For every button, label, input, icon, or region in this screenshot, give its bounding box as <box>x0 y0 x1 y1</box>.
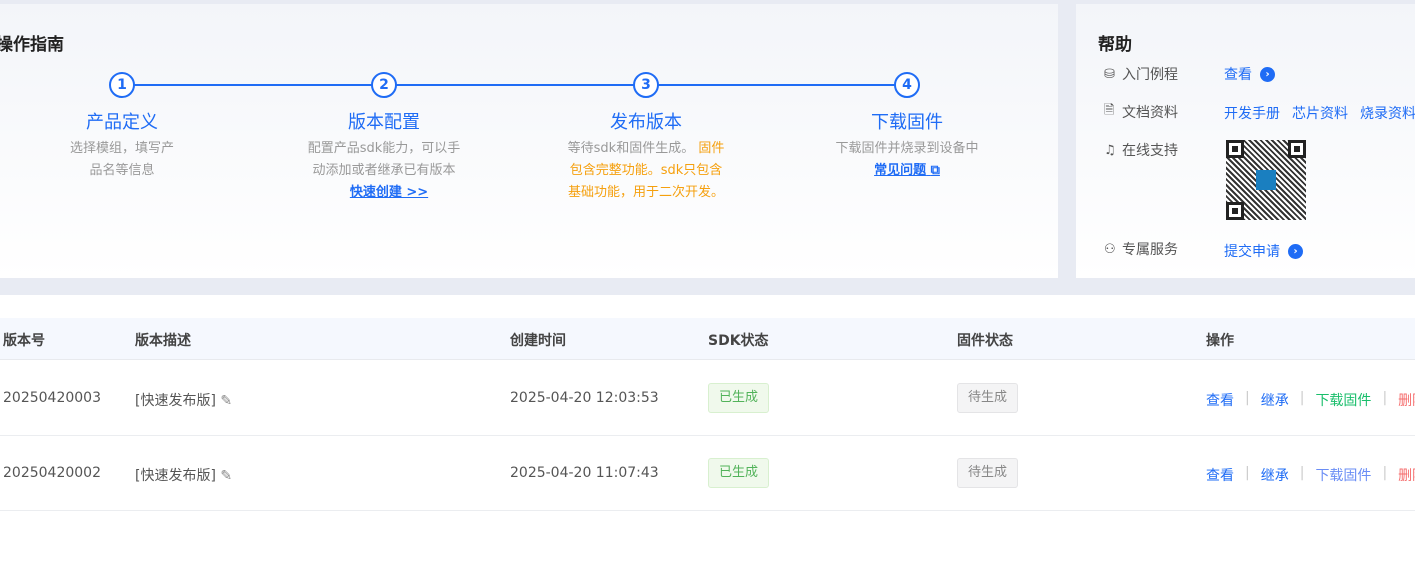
view-tutorial-link[interactable]: 查看 <box>1224 64 1252 84</box>
chip-docs-link[interactable]: 芯片资料 <box>1292 103 1348 123</box>
table-row: 20250420003 [快速发布版] ✎ 2025-04-20 12:03:5… <box>0 361 1415 436</box>
download-firmware-button[interactable]: 下载固件 <box>1315 465 1371 485</box>
header-actions: 操作 <box>1206 333 1234 349</box>
step-title: 版本配置 <box>348 112 420 133</box>
inherit-button[interactable]: 继承 <box>1261 465 1289 485</box>
medal-icon: ⚇ <box>1104 241 1116 257</box>
sdk-status-badge: 已生成 <box>708 383 770 413</box>
help-label: 文档资料 <box>1122 105 1178 121</box>
header-firmware: 固件状态 <box>957 333 1013 349</box>
time-cell: 2025-04-20 11:07:43 <box>510 465 659 481</box>
edit-icon[interactable]: ✎ <box>220 468 232 484</box>
step-desc: 下载固件并烧录到设备中 <box>835 141 979 156</box>
tutorial-icon: ⛁ <box>1104 66 1115 82</box>
time-cell: 2025-04-20 12:03:53 <box>510 390 659 406</box>
step-desc: 等待sdk和固件生成。 <box>567 141 695 156</box>
version-cell: 20250420002 <box>3 465 101 481</box>
support-qr-code <box>1226 140 1306 220</box>
desc-cell: [快速发布版] <box>135 468 216 484</box>
view-button[interactable]: 查看 <box>1206 465 1234 485</box>
faq-link[interactable]: 常见问题 ⧉ <box>874 163 940 178</box>
version-cell: 20250420003 <box>3 390 101 406</box>
header-time: 创建时间 <box>510 333 566 349</box>
step-number: 2 <box>371 72 397 98</box>
firmware-status-badge: 待生成 <box>957 458 1019 488</box>
step-title: 下载固件 <box>871 112 943 133</box>
step-4: 4 下载固件 下载固件并烧录到设备中 常见问题 ⧉ <box>807 72 1007 182</box>
quick-create-link[interactable]: 快速创建 >> <box>350 185 428 200</box>
firmware-status-badge: 待生成 <box>957 383 1019 413</box>
submit-request-link[interactable]: 提交申请 <box>1224 241 1280 261</box>
external-link-icon: ⧉ <box>930 163 940 178</box>
headset-icon: ♫ <box>1104 142 1116 158</box>
table-row: 20250420002 [快速发布版] ✎ 2025-04-20 11:07:4… <box>0 436 1415 511</box>
header-sdk: SDK状态 <box>708 333 769 349</box>
operation-guide-card: 操作指南 1 产品定义 选择模组，填写产品名等信息 2 版本配置 配置产品sdk… <box>0 4 1058 278</box>
document-icon: 🗎 <box>1104 103 1115 118</box>
flash-docs-link[interactable]: 烧录资料 <box>1360 103 1415 123</box>
view-button[interactable]: 查看 <box>1206 390 1234 410</box>
step-desc: 选择模组，填写产品名等信息 <box>69 141 174 178</box>
edit-icon[interactable]: ✎ <box>220 393 232 409</box>
sdk-status-badge: 已生成 <box>708 458 770 488</box>
help-label: 在线支持 <box>1122 143 1178 159</box>
desc-cell: [快速发布版] <box>135 393 216 409</box>
step-title: 发布版本 <box>610 112 682 133</box>
help-label: 入门例程 <box>1122 67 1178 83</box>
steps-line <box>122 84 907 86</box>
step-2: 2 版本配置 配置产品sdk能力，可以手动添加或者继承已有版本快速创建 >> <box>284 72 484 204</box>
dev-manual-link[interactable]: 开发手册 <box>1224 103 1280 123</box>
header-desc: 版本描述 <box>135 333 191 349</box>
version-table: 版本号 版本描述 创建时间 SDK状态 固件状态 操作 20250420003 … <box>0 295 1415 564</box>
help-title: 帮助 <box>1098 35 1132 55</box>
header-version: 版本号 <box>3 333 45 349</box>
guide-title: 操作指南 <box>0 35 64 55</box>
step-title: 产品定义 <box>86 112 158 133</box>
chevron-right-icon[interactable]: › <box>1260 66 1275 82</box>
step-number: 4 <box>894 72 920 98</box>
step-1: 1 产品定义 选择模组，填写产品名等信息 <box>22 72 222 182</box>
delete-button[interactable]: 删除 <box>1398 465 1415 485</box>
step-number: 3 <box>633 72 659 98</box>
download-firmware-button[interactable]: 下载固件 <box>1315 390 1371 410</box>
help-label: 专属服务 <box>1122 242 1178 258</box>
table-header: 版本号 版本描述 创建时间 SDK状态 固件状态 操作 <box>0 318 1415 360</box>
delete-button[interactable]: 删除 <box>1398 390 1415 410</box>
chevron-right-icon[interactable]: › <box>1288 243 1303 259</box>
help-card: 帮助 ⛁ 入门例程 查看 › 🗎 文档资料 开发手册 芯片资料 烧录资料 ♫ 在线支持 ⚇ 专… <box>1076 4 1415 278</box>
step-desc: 配置产品sdk能力，可以手动添加或者继承已有版本 <box>307 141 461 178</box>
step-number: 1 <box>109 72 135 98</box>
step-3: 3 发布版本 等待sdk和固件生成。 固件包含完整功能。sdk只包含基础功能，用… <box>546 72 746 204</box>
inherit-button[interactable]: 继承 <box>1261 390 1289 410</box>
